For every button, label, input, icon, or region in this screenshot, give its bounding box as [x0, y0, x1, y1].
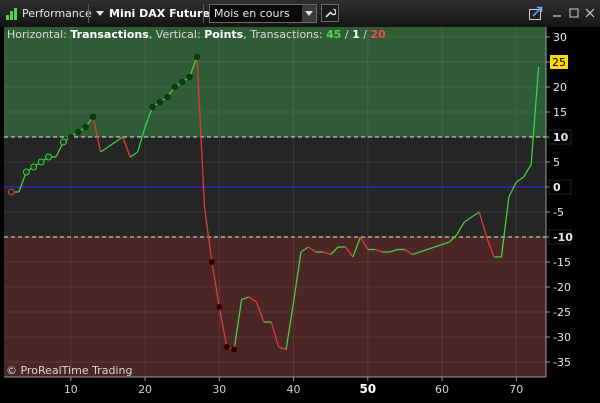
y-tick-label: -20	[553, 281, 571, 294]
loss-zone	[4, 237, 546, 377]
maximize-icon	[569, 8, 579, 18]
watermark: © ProRealTime Trading	[6, 364, 132, 377]
x-tick-label: 20	[138, 383, 152, 396]
trade-marker	[45, 153, 53, 161]
trade-marker	[171, 83, 178, 91]
x-tick-label: 10	[64, 383, 78, 396]
chevron-down-icon	[96, 11, 104, 16]
period-value: Mois en cours	[214, 7, 290, 20]
x-tick-label: 60	[435, 383, 449, 396]
trade-marker	[22, 168, 30, 176]
trade-marker	[186, 73, 193, 81]
x-axis-ticks: 10 20 30 40 50 60 70	[64, 377, 523, 396]
x-tick-label: 70	[509, 383, 523, 396]
header-prefix-transactions: , Transactions:	[243, 28, 326, 41]
trade-marker	[193, 53, 201, 61]
y-tick-label: 15	[553, 106, 567, 119]
instrument-selector[interactable]: Mini DAX Future	[96, 0, 210, 27]
trade-marker	[223, 343, 230, 351]
trade-marker	[156, 98, 164, 106]
performance-chart[interactable]: 30 25 20 15 10 5 0 -5 -10 -15 -20 -25 -30 -35 10 20 30 4…	[0, 27, 600, 400]
instrument-label: Mini DAX Future	[109, 7, 210, 20]
trade-marker	[82, 123, 89, 131]
chart-canvas[interactable]: 302520151050-5-10-15-20-25-30-35 10 20 30 4…	[0, 27, 600, 400]
x-tick-label: 40	[287, 383, 301, 396]
y-tick-label: -30	[553, 331, 571, 344]
y-tick-label: -25	[553, 306, 571, 319]
trade-marker	[208, 258, 215, 266]
trade-marker	[7, 188, 15, 196]
transactions-losses: 20	[370, 28, 386, 41]
transactions-neutral: 1	[352, 28, 360, 41]
toolbar-separator	[88, 4, 89, 23]
trade-marker	[67, 133, 74, 141]
y-axis-ticks: 30 25 20 15 10 5 0 -5 -10 -15 -20 -25 -30 -35	[546, 31, 573, 369]
wrench-icon	[325, 8, 336, 18]
trade-marker	[149, 103, 156, 111]
close-button[interactable]	[582, 5, 598, 21]
y-tick-label: 0	[553, 181, 561, 194]
header-slash: /	[360, 28, 371, 41]
trade-marker	[231, 346, 238, 353]
maximize-button[interactable]	[566, 5, 582, 21]
y-tick-label: 5	[553, 156, 560, 169]
wrench-tool-button[interactable]	[321, 4, 339, 22]
trade-marker	[89, 113, 97, 121]
transactions-total: 45	[326, 28, 341, 41]
trade-marker	[30, 163, 38, 171]
app-title: Performance	[22, 7, 92, 20]
period-dropdown[interactable]: Mois en cours	[209, 4, 317, 23]
y-tick-label: -35	[553, 356, 571, 369]
minimize-icon	[553, 15, 561, 17]
y-tick-label: -5	[553, 206, 564, 219]
y-tick-label: 30	[553, 31, 567, 44]
y-tick-label: -15	[553, 256, 571, 269]
trade-marker	[75, 128, 82, 136]
header-prefix-vertical: , Vertical:	[149, 28, 204, 41]
dropdown-arrow-icon[interactable]	[302, 5, 316, 22]
trade-marker	[59, 138, 67, 146]
chart-header: Horizontal: Transactions, Vertical: Poin…	[7, 28, 386, 41]
trade-marker	[164, 93, 171, 101]
x-tick-label: 30	[212, 383, 226, 396]
x-tick-label: 50	[359, 382, 376, 396]
trade-marker	[179, 78, 186, 86]
minimize-button[interactable]	[549, 5, 565, 21]
header-vertical-value: Points	[204, 28, 243, 41]
y-tick-label: 25	[552, 56, 566, 69]
y-tick-label: -10	[553, 231, 573, 244]
close-icon	[585, 8, 595, 18]
trade-marker	[37, 158, 45, 166]
toolbar-separator	[203, 4, 204, 23]
header-prefix-horizontal: Horizontal:	[7, 28, 70, 41]
header-horizontal-value: Transactions	[70, 28, 149, 41]
performance-app-icon	[5, 0, 19, 27]
toolbar: Performance Mini DAX Future Mois en cour…	[0, 0, 600, 28]
trade-marker	[216, 303, 223, 311]
profit-zone	[4, 27, 546, 137]
export-button[interactable]	[528, 5, 544, 21]
y-tick-label: 10	[553, 131, 569, 144]
export-icon	[529, 6, 543, 20]
header-slash: /	[341, 28, 352, 41]
y-tick-label: 20	[553, 81, 567, 94]
